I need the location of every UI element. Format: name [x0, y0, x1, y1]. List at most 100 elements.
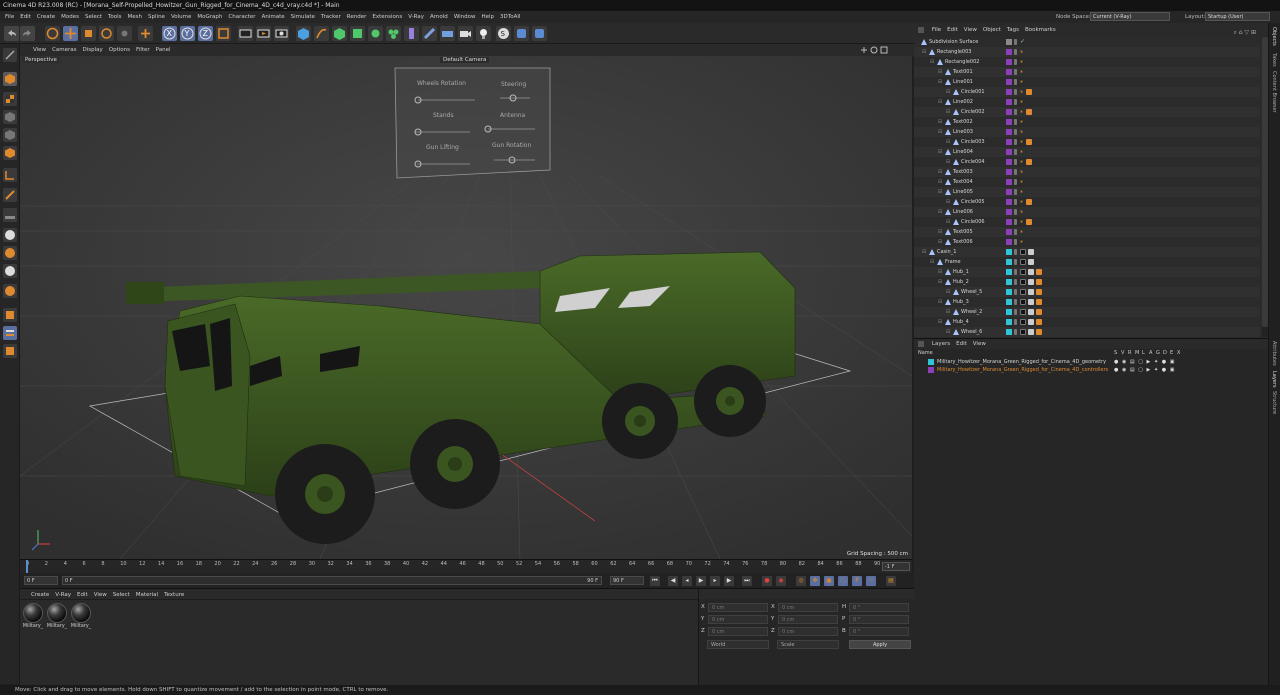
visibility-dots-icon[interactable]	[1014, 49, 1017, 55]
constraint-tag-icon[interactable]	[1026, 219, 1032, 225]
parameter-key-icon[interactable]: P	[852, 576, 862, 586]
solo-icon[interactable]	[3, 228, 17, 242]
3d-viewport[interactable]: Wheels Rotation Steering Stands Antenna …	[20, 56, 912, 559]
end-frame-field[interactable]: 90 F	[610, 576, 644, 585]
disabled-x-icon[interactable]: ⁎	[1020, 207, 1023, 217]
object-menu-view[interactable]: View	[961, 23, 980, 37]
expand-toggle-icon[interactable]: ⊟	[938, 67, 942, 77]
menu-edit[interactable]: Edit	[17, 11, 34, 23]
menu-tools[interactable]: Tools	[105, 11, 125, 23]
disabled-x-icon[interactable]: ⁎	[1020, 97, 1023, 107]
expand-toggle-icon[interactable]: ⊟	[922, 47, 926, 57]
record-keys-icon[interactable]: ●	[762, 576, 772, 586]
visibility-dots-icon[interactable]	[1014, 219, 1017, 225]
menu-render[interactable]: Render	[344, 11, 370, 23]
layer-color-swatch[interactable]	[1006, 189, 1012, 195]
xpresso-tag-icon[interactable]	[1036, 269, 1042, 275]
axis-mode-icon[interactable]	[3, 168, 17, 182]
position-key-icon[interactable]: ✥	[810, 576, 820, 586]
expand-toggle-icon[interactable]: ⊟	[946, 327, 950, 337]
expand-toggle-icon[interactable]: ⊟	[922, 247, 926, 257]
xpresso-tag-icon[interactable]	[1036, 319, 1042, 325]
expand-toggle-icon[interactable]: ⊟	[938, 97, 942, 107]
expand-toggle-icon[interactable]: ⊟	[946, 307, 950, 317]
disabled-x-icon[interactable]: ⁎	[1020, 47, 1023, 57]
disabled-x-icon[interactable]: ⁎	[1020, 197, 1023, 207]
viewport-menu-cameras[interactable]: Cameras	[49, 44, 79, 56]
menu-create[interactable]: Create	[34, 11, 58, 23]
pen-spline-icon[interactable]	[314, 26, 329, 41]
texture-tag-icon[interactable]	[1028, 279, 1034, 285]
object-row[interactable]: ⊟ Circle004 ⁎	[914, 157, 1260, 167]
visibility-dots-icon[interactable]	[1014, 99, 1017, 105]
layer-color-swatch[interactable]	[1006, 79, 1012, 85]
visibility-dots-icon[interactable]	[1014, 139, 1017, 145]
viewport-menu-panel[interactable]: Panel	[153, 44, 174, 56]
menu-file[interactable]: File	[2, 11, 17, 23]
menu-select[interactable]: Select	[82, 11, 105, 23]
layer-color-swatch[interactable]	[1006, 239, 1012, 245]
layer-menu-layers[interactable]: Layers	[929, 339, 953, 349]
expand-toggle-icon[interactable]: ⊟	[946, 157, 950, 167]
layer-color-swatch[interactable]	[928, 367, 934, 373]
layer-color-swatch[interactable]	[1006, 179, 1012, 185]
previous-frame-icon[interactable]: ◂	[682, 576, 692, 586]
object-row[interactable]: ⊟ Rectangle003 ⁎	[914, 47, 1260, 57]
visibility-dots-icon[interactable]	[1014, 179, 1017, 185]
scale-tool-icon[interactable]	[81, 26, 96, 41]
light-icon[interactable]	[476, 26, 491, 41]
layer-color-swatch[interactable]	[1006, 249, 1012, 255]
menu-tracker[interactable]: Tracker	[318, 11, 344, 23]
material-slot[interactable]: Military_	[70, 603, 92, 633]
object-row[interactable]: ⊟ Text005 ⁎	[914, 227, 1260, 237]
menu-arnold[interactable]: Arnold	[427, 11, 451, 23]
tab-content-browser[interactable]: Content Browser	[1271, 71, 1277, 113]
vray-icon[interactable]: S	[496, 26, 511, 41]
menu-animate[interactable]: Animate	[259, 11, 288, 23]
expand-toggle-icon[interactable]: ⊟	[938, 297, 942, 307]
layer-row[interactable]: Military_Howitzer_Morana_Green_Rigged_fo…	[914, 358, 1268, 366]
menu-spline[interactable]: Spline	[145, 11, 168, 23]
object-row[interactable]: Subdivision Surface ✓	[914, 37, 1260, 47]
xpresso-tag-icon[interactable]	[1036, 279, 1042, 285]
expand-toggle-icon[interactable]: ⊟	[938, 117, 942, 127]
recent-tools-icon[interactable]	[117, 26, 132, 41]
object-row[interactable]: ⊟ Hub_3	[914, 297, 1260, 307]
tab-objects[interactable]: Objects	[1271, 27, 1277, 46]
visibility-dots-icon[interactable]	[1014, 119, 1017, 125]
layer-color-swatch[interactable]	[1006, 129, 1012, 135]
layer-browser-icon[interactable]	[3, 326, 17, 340]
mograph-icon[interactable]	[386, 26, 401, 41]
polygons-mode-icon[interactable]	[3, 146, 17, 160]
z-axis-lock-icon[interactable]: Z	[198, 26, 213, 41]
python-script-icon[interactable]	[514, 26, 529, 41]
keyframe-selection-icon[interactable]: ◎	[796, 576, 806, 586]
rotation-field[interactable]: 0 °	[849, 615, 909, 624]
layer-color-swatch[interactable]	[1006, 269, 1012, 275]
visibility-dots-icon[interactable]	[1014, 169, 1017, 175]
points-mode-icon[interactable]	[3, 110, 17, 124]
visibility-dots-icon[interactable]	[1014, 239, 1017, 245]
visibility-dots-icon[interactable]	[1014, 289, 1017, 295]
expand-toggle-icon[interactable]: ⊟	[938, 77, 942, 87]
expand-toggle-icon[interactable]: ⊟	[938, 267, 942, 277]
visibility-dots-icon[interactable]	[1014, 259, 1017, 265]
layer-color-swatch[interactable]	[1006, 259, 1012, 265]
expand-toggle-icon[interactable]: ⊟	[946, 287, 950, 297]
object-menu-tags[interactable]: Tags	[1004, 23, 1022, 37]
edges-mode-icon[interactable]	[3, 128, 17, 142]
object-menu-edit[interactable]: Edit	[944, 23, 961, 37]
expand-toggle-icon[interactable]: ⊟	[930, 57, 934, 67]
expand-toggle-icon[interactable]: ⊟	[946, 197, 950, 207]
visibility-dots-icon[interactable]	[1014, 109, 1017, 115]
visibility-dots-icon[interactable]	[1014, 149, 1017, 155]
rotation-key-icon[interactable]: ◌	[838, 576, 848, 586]
material-tag-icon[interactable]	[1020, 249, 1026, 255]
menu-volume[interactable]: Volume	[168, 11, 194, 23]
material-tag-icon[interactable]	[1020, 289, 1026, 295]
disabled-x-icon[interactable]: ⁎	[1020, 157, 1023, 167]
constraint-tag-icon[interactable]	[1026, 139, 1032, 145]
object-row[interactable]: ⊟ Circle001 ⁎	[914, 87, 1260, 97]
object-row[interactable]: ⊟ Hub_4	[914, 317, 1260, 327]
scale-key-icon[interactable]: ▣	[824, 576, 834, 586]
